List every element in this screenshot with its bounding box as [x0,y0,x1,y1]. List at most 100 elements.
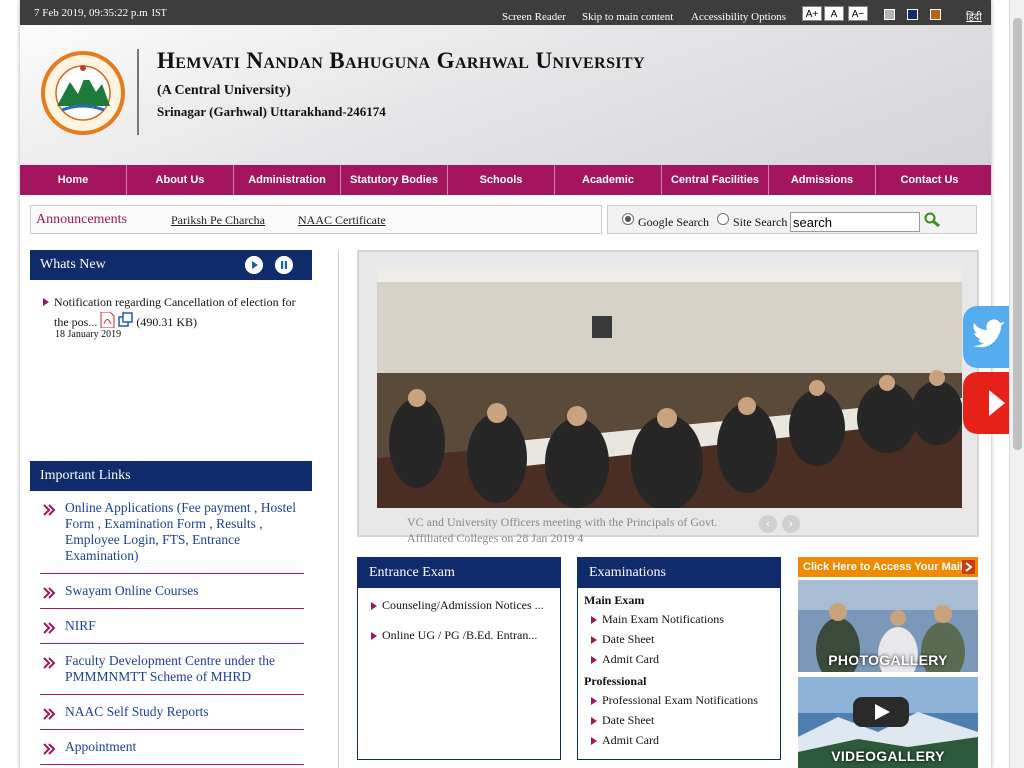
search-bar: Google Search Site Search [607,205,977,234]
announcement-link[interactable]: NAAC Certificate [298,213,386,228]
font-normal-button[interactable]: A [824,6,844,21]
slider-caption: VC and University Officers meeting with … [407,515,718,545]
bullet-arrow-icon [591,636,597,644]
slider-next-button[interactable]: › [782,515,800,533]
entrance-exam-panel: Entrance Exam Counseling/Admission Notic… [357,557,561,760]
announcement-link[interactable]: Pariksh Pe Charcha [171,213,265,228]
bullet-arrow-icon [591,616,597,624]
theme-orange-swatch[interactable] [930,9,941,20]
slider-prev-button[interactable]: ‹ [759,515,777,533]
important-link-naac-reports[interactable]: NAAC Self Study Reports [40,695,304,730]
page: 7 Feb 2019, 09:35:22 p.m IST Screen Reade… [20,0,991,768]
important-link-online-applications[interactable]: Online Applications (Fee payment , Hoste… [40,491,304,574]
main-exam-heading: Main Exam [584,593,645,607]
exam-item[interactable]: Main Exam Notifications [591,612,724,627]
search-icon[interactable] [924,212,942,228]
google-search-label: Google Search [638,215,709,229]
double-chevron-icon [43,504,56,516]
whats-new-header: Whats New [30,250,312,280]
pause-icon[interactable] [275,256,293,274]
news-date: 18 January 2019 [55,329,122,340]
play-icon[interactable] [245,256,263,274]
scrollbar-thumb[interactable] [1013,18,1022,450]
external-link-icon[interactable] [118,312,134,328]
bullet-arrow-icon [591,737,597,745]
nav-academic[interactable]: Academic [555,165,662,195]
videogallery-link[interactable]: VIDEOGALLERY [798,677,978,768]
bullet-arrow-icon [371,632,377,640]
arrow-right-icon [962,560,975,574]
important-links-header: Important Links [30,461,312,491]
nav-admissions[interactable]: Admissions [769,165,876,195]
exam-item[interactable]: Date Sheet [591,632,654,647]
exam-item[interactable]: Professional Exam Notifications [591,693,758,708]
nav-administration[interactable]: Administration [234,165,341,195]
university-logo[interactable] [40,50,126,136]
nav-central-facilities[interactable]: Central Facilities [662,165,769,195]
professional-heading: Professional [584,674,647,688]
double-chevron-icon [43,657,56,669]
font-decrease-button[interactable]: A− [848,6,868,21]
university-name: Hemvati Nandan Bahuguna Garhwal Universi… [157,48,646,73]
entrance-exam-item[interactable]: Counseling/Admission Notices ... [371,598,544,613]
bullet-arrow-icon [591,656,597,664]
videogallery-label: VIDEOGALLERY [831,748,945,764]
examinations-panel: Examinations Main Exam Main Exam Notific… [577,557,781,760]
whats-new-title: Whats New [40,257,106,272]
nav-statutory-bodies[interactable]: Statutory Bodies [341,165,448,195]
important-link-nirf[interactable]: NIRF [40,609,304,644]
exam-item[interactable]: Admit Card [591,652,659,667]
twitter-icon[interactable] [963,306,1013,368]
skip-to-main-content-link[interactable]: Skip to main content [582,11,673,23]
site-search-radio[interactable] [717,213,729,225]
bullet-arrow-icon [371,602,377,610]
university-subtitle: (A Central University) [157,83,291,98]
nav-about-us[interactable]: About Us [127,165,234,195]
pdf-icon[interactable] [100,312,115,328]
announcements-bar: Announcements Pariksh Pe Charcha NAAC Ce… [30,205,602,234]
main-navigation: Home About Us Administration Statutory B… [20,165,991,195]
search-input[interactable] [790,212,920,232]
nav-contact-us[interactable]: Contact Us [876,165,983,195]
date-time: 7 Feb 2019, 09:35:22 p.m IST [34,7,167,19]
top-utility-bar: 7 Feb 2019, 09:35:22 p.m IST Screen Reade… [20,0,991,25]
site-search-label: Site Search [733,215,788,229]
page-scrollbar[interactable] [1009,0,1024,768]
important-link-faculty-development[interactable]: Faculty Development Centre under the PMM… [40,644,304,695]
double-chevron-icon [43,743,56,755]
theme-blue-swatch[interactable] [907,9,918,20]
bullet-arrow-icon [43,298,49,306]
slider-photo[interactable] [377,268,962,508]
exam-item[interactable]: Date Sheet [591,713,654,728]
google-search-radio[interactable] [622,213,634,225]
examinations-title: Examinations [578,558,780,588]
font-increase-button[interactable]: A+ [802,6,822,21]
hindi-language-link[interactable]: हिंदी [966,9,982,23]
photogallery-label: PHOTOGALLERY [828,652,948,668]
mail-access-button[interactable]: Click Here to Access Your Mail [798,557,978,577]
double-chevron-icon [43,587,56,599]
news-item[interactable]: Notification regarding Cancellation of e… [43,292,304,332]
important-link-swayam[interactable]: Swayam Online Courses [40,574,304,609]
entrance-exam-item[interactable]: Online UG / PG /B.Ed. Entran... [371,628,537,643]
accessibility-options-link[interactable]: Accessibility Options [691,11,786,23]
nav-schools[interactable]: Schools [448,165,555,195]
theme-grey-swatch[interactable] [884,9,895,20]
image-slider: VC and University Officers meeting with … [357,250,979,545]
site-header: Hemvati Nandan Bahuguna Garhwal Universi… [20,25,991,165]
header-divider [137,49,139,135]
important-links-list: Online Applications (Fee payment , Hoste… [40,491,304,765]
screen-reader-link[interactable]: Screen Reader [502,11,566,23]
photogallery-link[interactable]: PHOTOGALLERY [798,580,978,672]
bullet-arrow-icon [591,717,597,725]
important-links-title: Important Links [40,468,131,483]
double-chevron-icon [43,708,56,720]
important-link-appointment[interactable]: Appointment [40,730,304,765]
youtube-icon[interactable] [963,372,1013,434]
nav-home[interactable]: Home [20,165,127,195]
double-chevron-icon [43,622,56,634]
column-divider [338,250,339,768]
file-size: (490.31 KB) [136,315,198,329]
announcements-label: Announcements [36,212,127,227]
exam-item[interactable]: Admit Card [591,733,659,748]
